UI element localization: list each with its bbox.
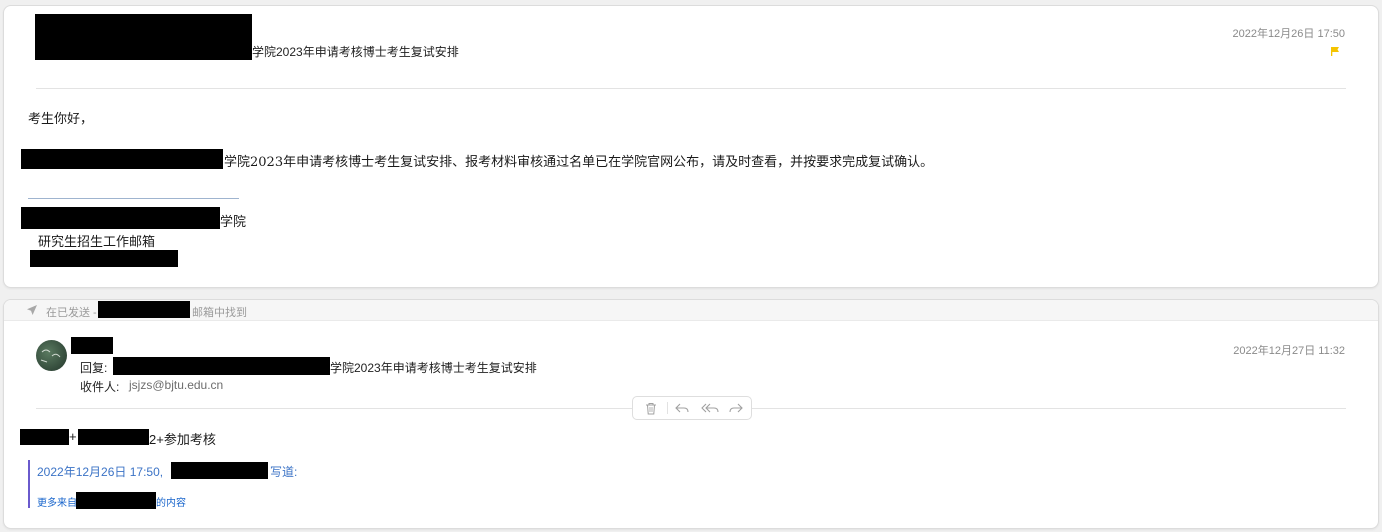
message-actions-toolbar bbox=[632, 396, 752, 420]
signature-office: 研究生招生工作邮箱 bbox=[38, 234, 156, 249]
redacted-signature-university bbox=[21, 207, 220, 229]
redacted-signature-email bbox=[30, 250, 178, 267]
paper-plane-icon bbox=[26, 304, 38, 316]
message-subject: 学院2023年申请考核博士考生复试安排 bbox=[252, 45, 459, 59]
reply-subject: 学院2023年申请考核博士考生复试安排 bbox=[330, 361, 537, 375]
recipient-address[interactable]: jsjzs@bjtu.edu.cn bbox=[129, 378, 223, 392]
found-in-mailbox-bar[interactable]: 在已发送 - 邮箱中找到 bbox=[4, 300, 1378, 321]
avatar[interactable] bbox=[36, 340, 67, 371]
redacted-body-name bbox=[20, 429, 69, 445]
quote-bar bbox=[28, 460, 30, 508]
found-bar-prefix: 在已发送 - bbox=[46, 307, 97, 319]
signature-separator bbox=[28, 198, 239, 199]
more-from-suffix[interactable]: 的内容 bbox=[156, 494, 186, 509]
message-card-original: 学院2023年申请考核博士考生复试安排 2022年12月26日 17:50 考生… bbox=[3, 5, 1379, 288]
redacted-university bbox=[21, 149, 223, 169]
reply-icon[interactable] bbox=[673, 400, 691, 416]
quote-header-date: 2022年12月26日 17:50, bbox=[37, 465, 164, 479]
message-card-reply: 在已发送 - 邮箱中找到 回复: 学院2023年申请考核博士考生复试安排 收件人… bbox=[3, 299, 1379, 529]
redacted-quote-sender bbox=[171, 462, 268, 479]
body-greeting: 考生你好， bbox=[28, 112, 94, 127]
redacted-mailbox bbox=[98, 301, 190, 318]
message-date: 2022年12月26日 17:50 bbox=[1232, 28, 1345, 40]
redacted-more-from bbox=[76, 492, 156, 509]
quote-header-wrote: 写道: bbox=[270, 465, 298, 479]
redacted-reply-university bbox=[113, 357, 330, 375]
redacted-sender-name bbox=[71, 337, 113, 354]
flag-icon[interactable] bbox=[1329, 44, 1341, 56]
body-plus: + bbox=[69, 429, 77, 444]
toolbar-separator bbox=[667, 402, 668, 414]
signature-college: 学院 bbox=[220, 214, 247, 229]
reply-label: 回复: bbox=[80, 361, 108, 375]
body-paragraph: 学院2023年申请考核博士考生复试安排、报考材料审核通过名单已在学院官网公布，请… bbox=[224, 155, 934, 170]
found-bar-suffix: 邮箱中找到 bbox=[192, 307, 247, 319]
header-divider bbox=[36, 88, 1346, 89]
redacted-body-id bbox=[78, 429, 149, 445]
redacted-sender-block bbox=[35, 14, 252, 60]
recipients-label: 收件人: bbox=[80, 380, 120, 394]
body-text: 2+参加考核 bbox=[149, 432, 216, 447]
trash-icon[interactable] bbox=[642, 400, 660, 416]
more-from-prefix[interactable]: 更多来自 bbox=[37, 494, 77, 509]
reply-date: 2022年12月27日 11:32 bbox=[1233, 345, 1345, 357]
reply-all-icon[interactable] bbox=[699, 400, 721, 416]
forward-icon[interactable] bbox=[727, 400, 745, 416]
